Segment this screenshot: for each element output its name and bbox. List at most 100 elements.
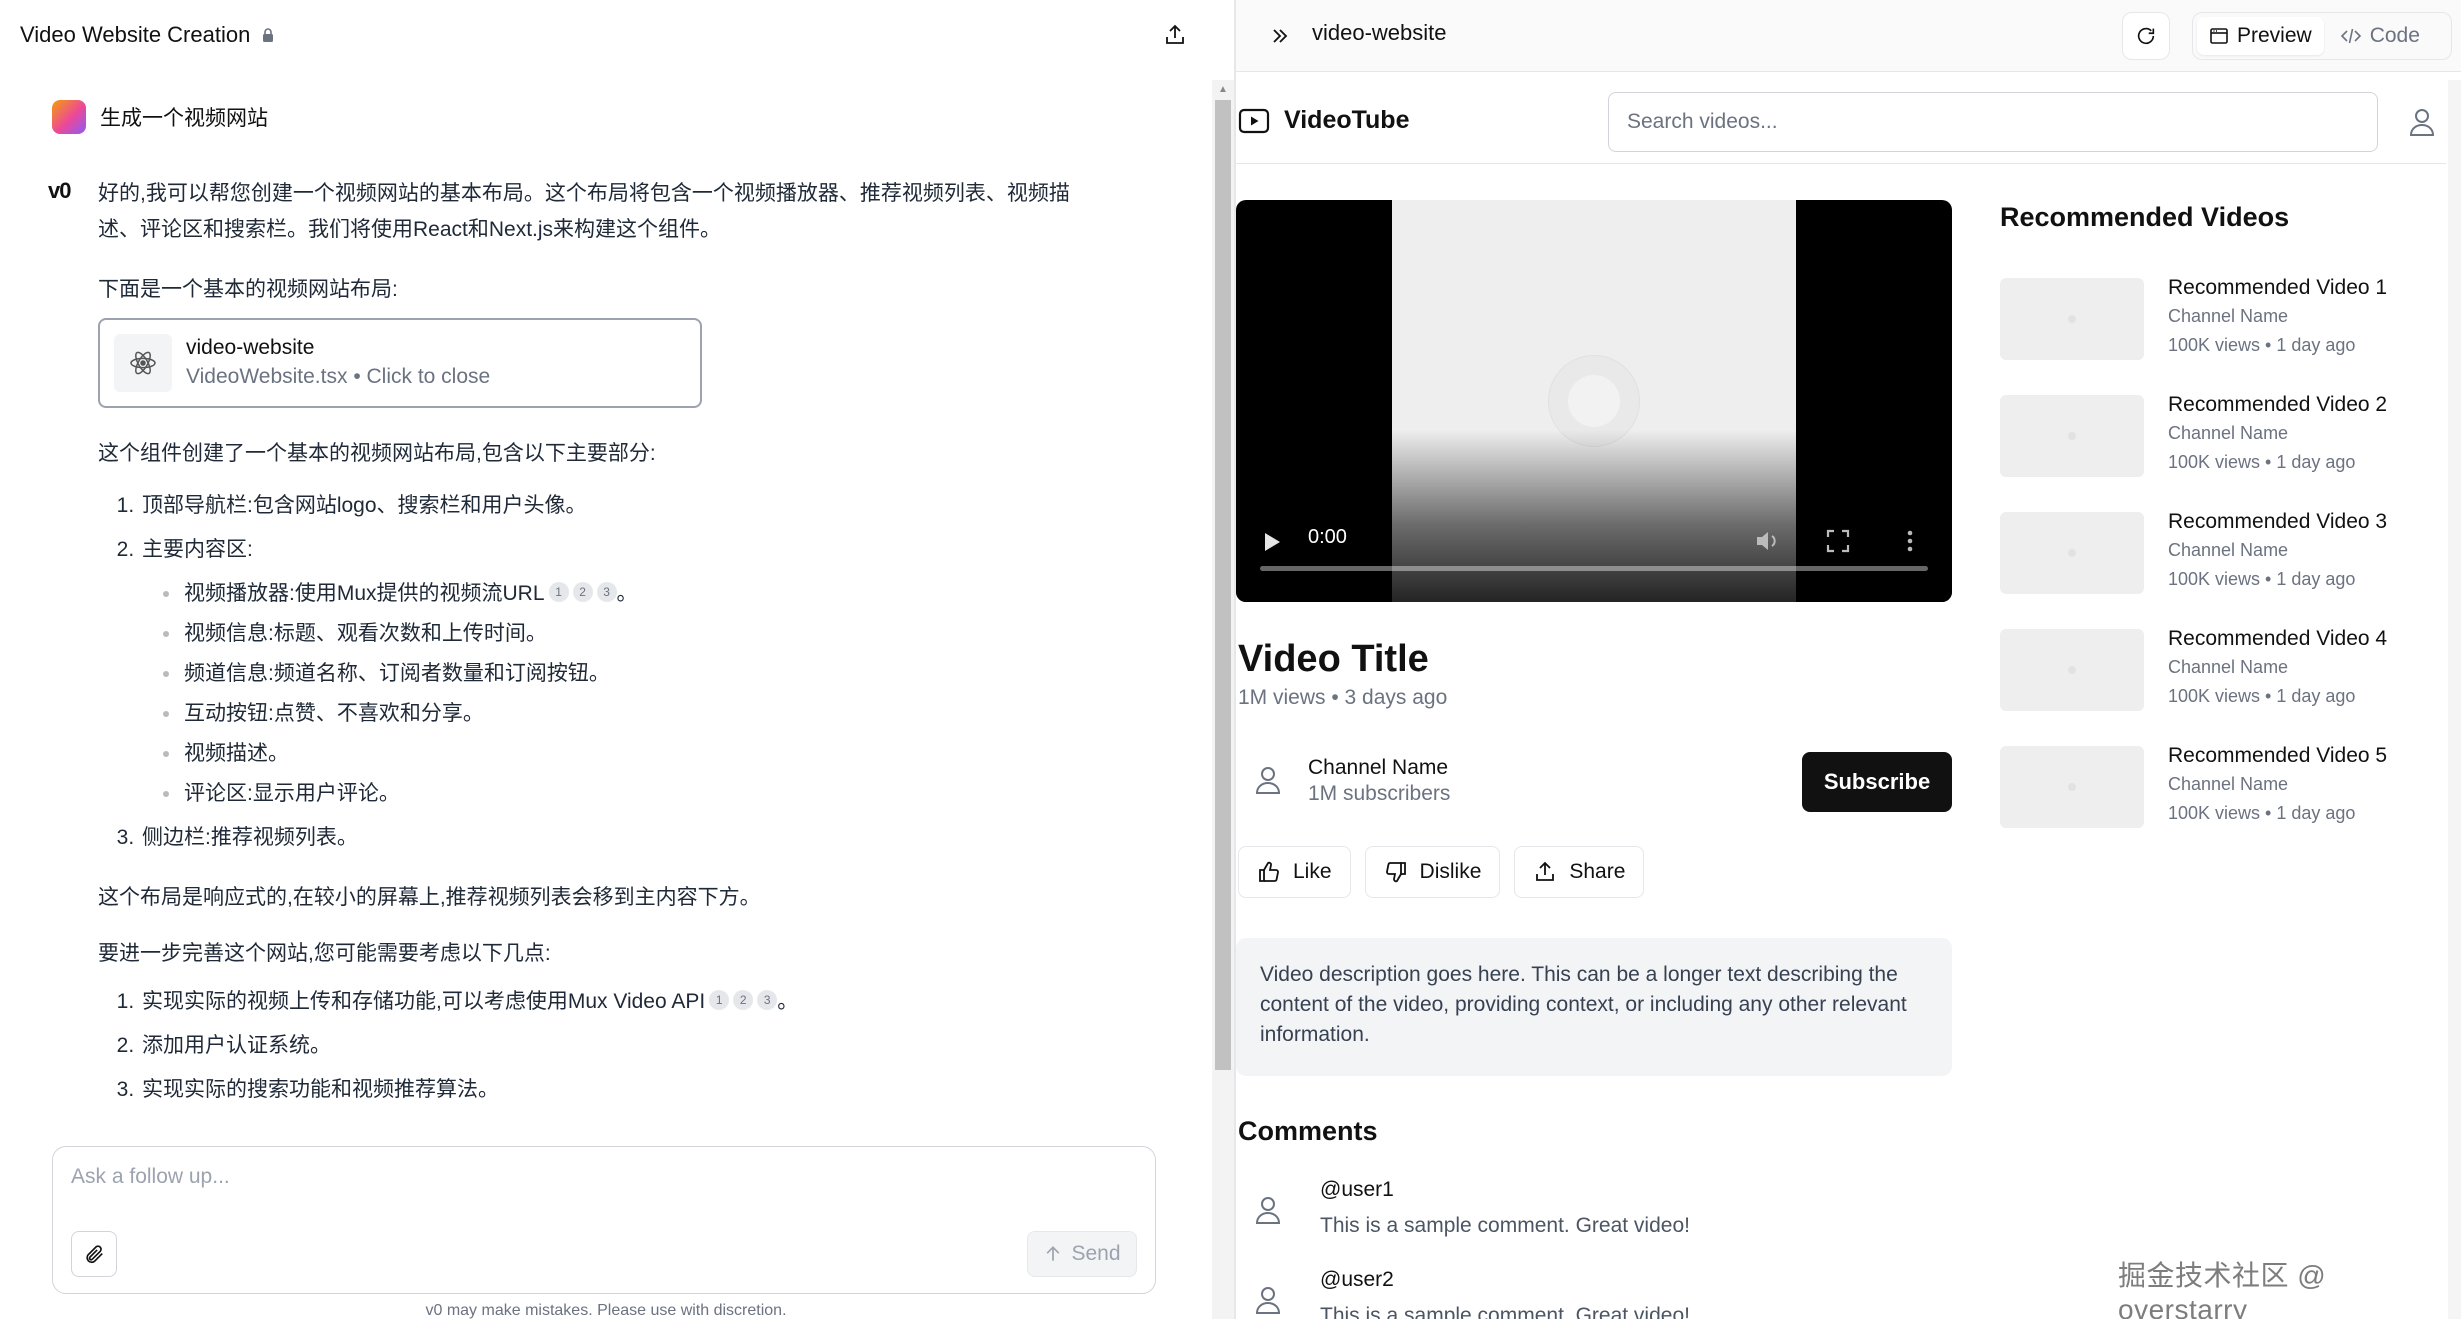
view-tabs: Preview Code: [2192, 12, 2452, 60]
volume-icon[interactable]: [1754, 528, 1780, 554]
list-item: 侧边栏:推荐视频列表。: [140, 820, 1108, 856]
comment-item: @user1 This is a sample comment. Great v…: [1236, 1178, 1952, 1258]
responsive-note: 这个布局是响应式的,在较小的屏幕上,推荐视频列表会移到主内容下方。: [98, 886, 761, 909]
share-video-button[interactable]: Share: [1514, 846, 1645, 898]
recommended-video-meta: 100K views • 1 day ago: [2168, 335, 2356, 355]
sub-list-item: 评论区:显示用户评论。: [182, 776, 1108, 812]
citation-badge[interactable]: 2: [733, 990, 754, 1010]
citation-badge[interactable]: 2: [572, 582, 593, 602]
scrollbar-thumb[interactable]: [1215, 100, 1231, 1070]
expand-chevrons-icon[interactable]: [1266, 22, 1294, 50]
comment-user-icon: [1255, 1197, 1281, 1224]
recommended-video[interactable]: Recommended Video 5 Channel Name 100K vi…: [2000, 744, 2440, 830]
recommended-video-channel: Channel Name: [2168, 540, 2289, 560]
list-item: 添加用户认证系统。: [140, 1028, 1108, 1064]
recommended-video-channel: Channel Name: [2168, 423, 2289, 443]
browser-window-icon: [2210, 28, 2228, 44]
comment-user-icon: [1255, 1287, 1281, 1314]
chat-header: Video Website Creation: [0, 0, 1212, 70]
arrow-up-icon: [1047, 1246, 1060, 1261]
recommended-video[interactable]: Recommended Video 3 Channel Name 100K vi…: [2000, 510, 2440, 596]
citation-badge[interactable]: 3: [596, 582, 617, 602]
citation-badge[interactable]: 3: [757, 990, 778, 1010]
dislike-button[interactable]: Dislike: [1364, 846, 1501, 898]
more-options-icon[interactable]: [1897, 528, 1923, 554]
video-thumbnail[interactable]: [2000, 278, 2144, 360]
video-thumbnail[interactable]: [2000, 512, 2144, 594]
video-thumbnail[interactable]: [2000, 629, 2144, 711]
code-icon: [2340, 28, 2361, 44]
list-item: 主要内容区: 视频播放器:使用Mux提供的视频流URL123。 视频信息:标题、…: [140, 532, 1108, 812]
chat-messages: 生成一个视频网站 v0 好的,我可以帮您创建一个视频网站的基本布局。这个布局将包…: [0, 80, 1212, 1140]
recommended-video[interactable]: Recommended Video 2 Channel Name 100K vi…: [2000, 393, 2440, 479]
site-logo[interactable]: VideoTube: [1238, 106, 1409, 135]
recommended-heading: Recommended Videos: [2000, 202, 2290, 232]
intro-text: 好的,我可以帮您创建一个视频网站的基本布局。这个布局将包含一个视频播放器、推荐视…: [98, 182, 1070, 241]
file-card[interactable]: video-website VideoWebsite.tsx • Click t…: [98, 318, 702, 408]
sub-list-item: 视频信息:标题、观看次数和上传时间。: [182, 616, 1108, 652]
video-meta: 1M views • 3 days ago: [1238, 686, 1448, 709]
lock-icon: [263, 28, 274, 42]
share-button[interactable]: [1158, 18, 1192, 52]
attach-button[interactable]: [71, 1231, 117, 1277]
site-logo-text: VideoTube: [1284, 106, 1410, 134]
scroll-up-arrow-icon[interactable]: ▲: [1215, 84, 1231, 96]
like-button[interactable]: Like: [1238, 846, 1351, 898]
progress-bar[interactable]: [1260, 566, 1928, 571]
tab-preview[interactable]: Preview: [2197, 17, 2324, 55]
video-thumbnail[interactable]: [2000, 395, 2144, 477]
sub-list-item: 视频描述。: [182, 736, 1108, 772]
chat-scrollbar[interactable]: [1212, 80, 1234, 1319]
tab-code[interactable]: Code: [2328, 17, 2432, 55]
recommended-video-meta: 100K views • 1 day ago: [2168, 803, 2356, 823]
summary-text: 这个组件创建了一个基本的视频网站布局,包含以下主要部分:: [98, 442, 656, 465]
preview-project-name: video-website: [1312, 20, 1447, 45]
component-list: 顶部导航栏:包含网站logo、搜索栏和用户头像。 主要内容区: 视频播放器:使用…: [98, 488, 1108, 856]
refresh-button[interactable]: [2122, 12, 2170, 60]
recommended-video[interactable]: Recommended Video 4 Channel Name 100K vi…: [2000, 627, 2440, 713]
poster-placeholder-inner: [1568, 375, 1620, 427]
refresh-icon: [2137, 27, 2155, 45]
comment-text: This is a sample comment. Great video!: [1320, 1214, 1690, 1237]
preview-scrollbar[interactable]: [2448, 80, 2461, 1319]
recommended-video-channel: Channel Name: [2168, 657, 2289, 677]
recommended-video[interactable]: Recommended Video 1 Channel Name 100K vi…: [2000, 276, 2440, 362]
sub-list-item: 频道信息:频道名称、订阅者数量和订阅按钮。: [182, 656, 1108, 692]
send-button[interactable]: Send: [1027, 1231, 1137, 1277]
comment-username[interactable]: @user1: [1320, 1178, 1394, 1202]
play-icon[interactable]: [1260, 530, 1284, 554]
video-thumbnail[interactable]: [2000, 746, 2144, 828]
video-title: Video Title: [1238, 638, 1429, 680]
channel-name[interactable]: Channel Name: [1308, 756, 1448, 780]
recommended-video-meta: 100K views • 1 day ago: [2168, 452, 2356, 472]
subscribe-button[interactable]: Subscribe: [1802, 752, 1952, 812]
user-icon[interactable]: [2404, 104, 2440, 140]
sub-list-item: 视频播放器:使用Mux提供的视频流URL123。: [182, 576, 1108, 612]
citation-badge[interactable]: 1: [709, 990, 730, 1010]
app-window: Video Website Creation 生成一个视频网站 v0 好的,我可…: [0, 0, 2461, 1319]
recommended-video-channel: Channel Name: [2168, 774, 2289, 794]
list-item: 顶部导航栏:包含网站logo、搜索栏和用户头像。: [140, 488, 1108, 524]
citation-badge[interactable]: 1: [548, 582, 569, 602]
send-label: Send: [1071, 1242, 1121, 1265]
search-input[interactable]: [1608, 92, 2378, 152]
follow-up-input[interactable]: [71, 1165, 1131, 1215]
preview-panel: video-website Preview Code VideoTube Sea…: [1236, 0, 2461, 1319]
sub-list: 视频播放器:使用Mux提供的视频流URL123。 视频信息:标题、观看次数和上传…: [142, 576, 1108, 812]
user-message: 生成一个视频网站: [52, 100, 268, 134]
comment-username[interactable]: @user2: [1320, 1268, 1394, 1292]
fullscreen-icon[interactable]: [1825, 528, 1851, 554]
v0-logo-icon: v0: [48, 178, 72, 203]
recommended-video-title: Recommended Video 2: [2168, 393, 2388, 416]
video-player[interactable]: 0:00: [1236, 200, 1952, 602]
comment-text: This is a sample comment. Great video!: [1320, 1304, 1690, 1319]
react-icon: [114, 334, 172, 392]
assistant-message: 好的,我可以帮您创建一个视频网站的基本布局。这个布局将包含一个视频播放器、推荐视…: [98, 176, 1108, 1132]
youtube-icon: [1238, 108, 1270, 133]
next-steps-list: 实现实际的视频上传和存储功能,可以考虑使用Mux Video API123。 添…: [98, 984, 1108, 1108]
user-avatar: [52, 100, 86, 134]
recommended-video-title: Recommended Video 1: [2168, 276, 2388, 299]
sub-list-item: 互动按钮:点赞、不喜欢和分享。: [182, 696, 1108, 732]
share-icon: [1536, 861, 1555, 881]
paperclip-icon: [86, 1245, 103, 1264]
